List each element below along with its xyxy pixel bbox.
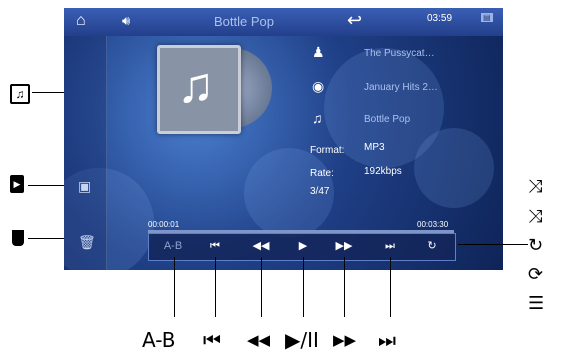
music-note-icon: ♫: [177, 57, 215, 113]
trash-icon[interactable]: 🗑︎: [78, 234, 96, 251]
total-time: 00:03:30: [417, 220, 449, 229]
left-strip: ▣ 🗑︎: [64, 36, 107, 270]
album-art: ♫: [157, 45, 241, 134]
previous-button[interactable]: ⏮: [197, 233, 233, 259]
back-icon[interactable]: ↩: [347, 10, 362, 31]
play-button[interactable]: ▶: [285, 233, 321, 259]
music-note-callout-icon: ♫: [10, 84, 30, 104]
rewind-label: ◀◀: [247, 331, 271, 349]
callout-line-repeat: [458, 244, 528, 245]
prev-label: ⏮: [203, 328, 221, 352]
playlist-icon: ☰: [528, 293, 545, 314]
repeat-button[interactable]: ↻: [414, 233, 450, 259]
artist-name: The Pussycat…: [364, 48, 435, 59]
callout-line-next: [390, 257, 391, 317]
next-button[interactable]: ⏭: [372, 233, 408, 259]
callout-line-forward: [344, 257, 345, 317]
clock-time: 03:59: [427, 13, 453, 24]
format-value: MP3: [364, 142, 385, 153]
file-callout-icon: ▶: [10, 175, 24, 193]
shuffle-icon: ⤨: [528, 176, 543, 197]
rewind-button[interactable]: ◀◀: [243, 233, 279, 259]
callout-line-prev: [215, 257, 216, 317]
top-bar: ⌂ 🔊︎ Bottle Pop ↩ 03:59 ▤: [64, 8, 503, 36]
status-icon: ▤: [481, 13, 493, 22]
song-icon: ♫: [312, 110, 323, 126]
forward-button[interactable]: ▶▶: [326, 233, 362, 259]
ab-label: A-B: [142, 328, 176, 352]
rate-label: Rate:: [310, 168, 334, 179]
forward-label: ▶▶: [333, 331, 357, 349]
playpause-label: ▶/II: [285, 328, 319, 352]
callout-line-ab: [174, 257, 175, 317]
album-icon: ◉: [312, 78, 325, 94]
elapsed-time: 00:00:01: [148, 220, 180, 229]
title-text: Bottle Pop: [214, 14, 274, 29]
song-name: Bottle Pop: [364, 114, 411, 125]
rate-value: 192kbps: [364, 166, 402, 177]
album-name: January Hits 2…: [364, 82, 438, 93]
trash-callout-icon: [12, 230, 24, 246]
callout-line-rewind: [261, 257, 262, 317]
home-icon[interactable]: ⌂: [76, 12, 86, 30]
repeat-one-icon: ↻: [528, 235, 544, 256]
next-label: ⏭: [378, 328, 396, 352]
callout-line-play: [303, 257, 304, 317]
shuffle-icon: ⤨: [528, 206, 543, 227]
track-counter: 3/47: [310, 186, 330, 197]
format-label: Format:: [310, 145, 345, 156]
repeat-all-icon: ⟳: [528, 264, 544, 285]
volume-icon[interactable]: 🔊︎: [122, 13, 130, 29]
ab-repeat-button[interactable]: A-B: [155, 233, 191, 259]
artist-icon: ♟: [312, 44, 325, 60]
file-icon[interactable]: ▣: [78, 178, 91, 195]
